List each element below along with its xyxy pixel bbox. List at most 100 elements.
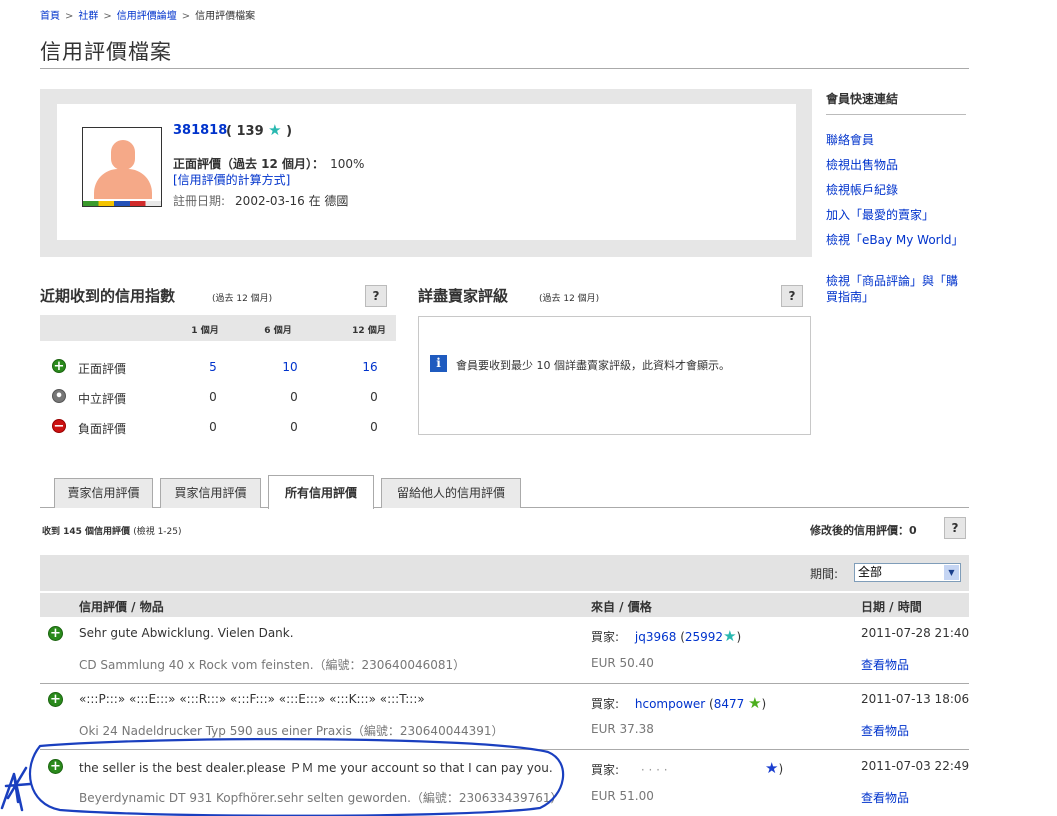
neutral-12-months: 0	[370, 390, 378, 404]
positive-1-month[interactable]: 5	[183, 360, 243, 374]
view-item-link[interactable]: 查看物品	[861, 656, 909, 673]
recent-ratings-title: 近期收到的信用指數	[40, 287, 176, 305]
detailed-ratings-message: 會員要收到最少 10 個詳盡賣家評級，此資料才會顯示。	[456, 359, 730, 372]
header-from-price: 來自 / 價格	[591, 600, 652, 614]
feedback-count-summary: 收到 145 個信用評價 (檢視 1-25)	[42, 524, 182, 537]
breadcrumb-community[interactable]: 社群	[78, 11, 98, 22]
tab-buyer-feedback[interactable]: 買家信用評價	[160, 478, 261, 508]
from-user-score: (8477 ★)	[709, 694, 767, 712]
from-user-link[interactable]: · · · ·	[641, 763, 668, 777]
revised-feedback-help-button[interactable]: ?	[944, 517, 966, 539]
feedback-view-range: (檢視 1-25)	[133, 527, 182, 537]
registration-date-label: 註冊日期:	[173, 194, 226, 208]
registration-date-value: 2002-03-16 在 德國	[235, 194, 349, 208]
neutral-1-month: 0	[209, 390, 217, 404]
period-label: 期間:	[810, 567, 839, 581]
quick-link-reviews-guides[interactable]: 檢視「商品評論」與「購買指南」	[826, 273, 966, 305]
positive-plus-icon: +	[52, 359, 66, 374]
row-divider	[40, 683, 969, 684]
quick-link-favorite-seller[interactable]: 加入「最愛的賣家」	[826, 207, 966, 223]
revised-feedback-value: 0	[909, 524, 917, 537]
turquoise-star-icon: ★	[268, 121, 282, 139]
positive-12-months[interactable]: 16	[340, 360, 400, 374]
feedback-comment: «:::P:::» «:::E:::» «:::R:::» «:::F:::» …	[79, 692, 425, 706]
positive-feedback: 正面評價（過去 12 個月）： 100%	[173, 155, 364, 172]
chevron-down-icon[interactable]: ▼	[944, 565, 959, 580]
feedback-date: 2011-07-03 22:49	[861, 759, 970, 773]
from-user-link[interactable]: jq3968	[635, 630, 677, 644]
from-user-score: (25992★)	[680, 627, 742, 645]
avatar-body-shape	[94, 169, 152, 199]
from-user-score-link[interactable]: 25992	[685, 630, 723, 644]
feedback-comment: the seller is the best dealer.please ＰＭ …	[79, 761, 553, 775]
score-open-paren: (	[226, 124, 232, 139]
negative-minus-icon: −	[52, 419, 66, 434]
feedback-count-text: 收到 145 個信用評價	[42, 527, 131, 537]
view-item-link[interactable]: 查看物品	[861, 722, 909, 739]
item-price: EUR 50.40	[591, 656, 654, 670]
header-feedback-item: 信用評價 / 物品	[79, 600, 164, 614]
tab-feedback-left-for-others[interactable]: 留給他人的信用評價	[381, 478, 521, 508]
feedback-comment: Sehr gute Abwicklung. Vielen Dank.	[79, 626, 294, 640]
column-12-months: 12 個月	[352, 326, 386, 336]
blue-star-icon: ★	[765, 759, 779, 777]
quick-link-contact-member[interactable]: 聯絡會員	[826, 132, 966, 148]
revised-feedback: 修改後的信用評價：0	[810, 522, 917, 538]
from-user-link[interactable]: hcompower	[635, 697, 705, 711]
breadcrumb: 首頁 > 社群 > 信用評價論壇 > 信用評價檔案	[40, 11, 256, 22]
feedback-date: 2011-07-28 21:40	[861, 626, 970, 640]
from-user-score: ★)	[765, 759, 784, 777]
score-close-paren: )	[778, 762, 784, 776]
tab-seller-feedback[interactable]: 賣家信用評價	[54, 478, 153, 508]
feedback-calculation-link[interactable]: [信用評價的計算方式]	[173, 171, 290, 188]
view-item-link[interactable]: 查看物品	[861, 789, 909, 806]
from-user-score-link[interactable]: 8477	[714, 697, 745, 711]
breadcrumb-current: 信用評價檔案	[195, 11, 256, 22]
breadcrumb-home[interactable]: 首頁	[40, 11, 60, 22]
positive-rating-label: 正面評價	[78, 362, 127, 376]
row-divider	[40, 749, 969, 750]
item-price: EUR 51.00	[591, 789, 654, 803]
breadcrumb-feedback-forum[interactable]: 信用評價論壇	[117, 11, 177, 22]
recent-ratings-subtitle: (過去 12 個月)	[212, 294, 273, 304]
quick-link-my-world[interactable]: 檢視「eBay My World」	[826, 232, 966, 248]
tab-all-feedback[interactable]: 所有信用評價	[268, 475, 374, 509]
positive-plus-icon: +	[48, 759, 63, 774]
negative-6-months: 0	[290, 420, 298, 434]
positive-6-months[interactable]: 10	[260, 360, 320, 374]
header-date-time: 日期 / 時間	[861, 600, 922, 614]
avatar	[82, 127, 162, 207]
green-star-icon: ★	[748, 694, 762, 712]
recent-ratings-help-button[interactable]: ?	[365, 285, 387, 307]
member-username-link[interactable]: 381818	[173, 123, 227, 138]
page-title: 信用評價檔案	[40, 40, 172, 64]
feedback-score-value: 139	[236, 124, 264, 139]
feedback-item-title: Oki 24 Nadeldrucker Typ 590 aus einer Pr…	[79, 724, 504, 738]
from-role-label: 買家:	[591, 697, 620, 711]
detailed-ratings-help-button[interactable]: ?	[781, 285, 803, 307]
period-select-value: 全部	[858, 565, 883, 579]
info-icon: i	[430, 355, 447, 372]
from-role-label: 買家:	[591, 763, 620, 777]
detailed-ratings-title: 詳盡賣家評級	[418, 287, 509, 305]
quick-link-account-history[interactable]: 檢視帳戶紀錄	[826, 182, 966, 198]
negative-rating-label: 負面評價	[78, 422, 127, 436]
from-role-label: 買家:	[591, 630, 620, 644]
feedback-item-title: CD Sammlung 40 x Rock vom feinsten.（編號：2…	[79, 658, 466, 672]
positive-plus-icon: +	[48, 692, 63, 707]
quick-links-title: 會員快速連結	[826, 92, 899, 106]
from-role: 買家: hcompower (8477 ★)	[591, 695, 766, 712]
from-role: 買家: jq3968 (25992★)	[591, 628, 741, 645]
positive-plus-icon: +	[48, 626, 63, 641]
column-1-month: 1 個月	[191, 326, 219, 336]
annotation-arrow-mark	[0, 766, 32, 812]
neutral-rating-label: 中立評價	[78, 392, 127, 406]
quick-link-items-for-sale[interactable]: 檢視出售物品	[826, 157, 966, 173]
negative-12-months: 0	[370, 420, 378, 434]
positive-feedback-value: 100%	[330, 157, 365, 171]
feedback-date: 2011-07-13 18:06	[861, 692, 970, 706]
period-select[interactable]: 全部 ▼	[854, 563, 961, 582]
profile-card	[57, 104, 796, 240]
negative-1-month: 0	[209, 420, 217, 434]
item-price: EUR 37.38	[591, 722, 654, 736]
